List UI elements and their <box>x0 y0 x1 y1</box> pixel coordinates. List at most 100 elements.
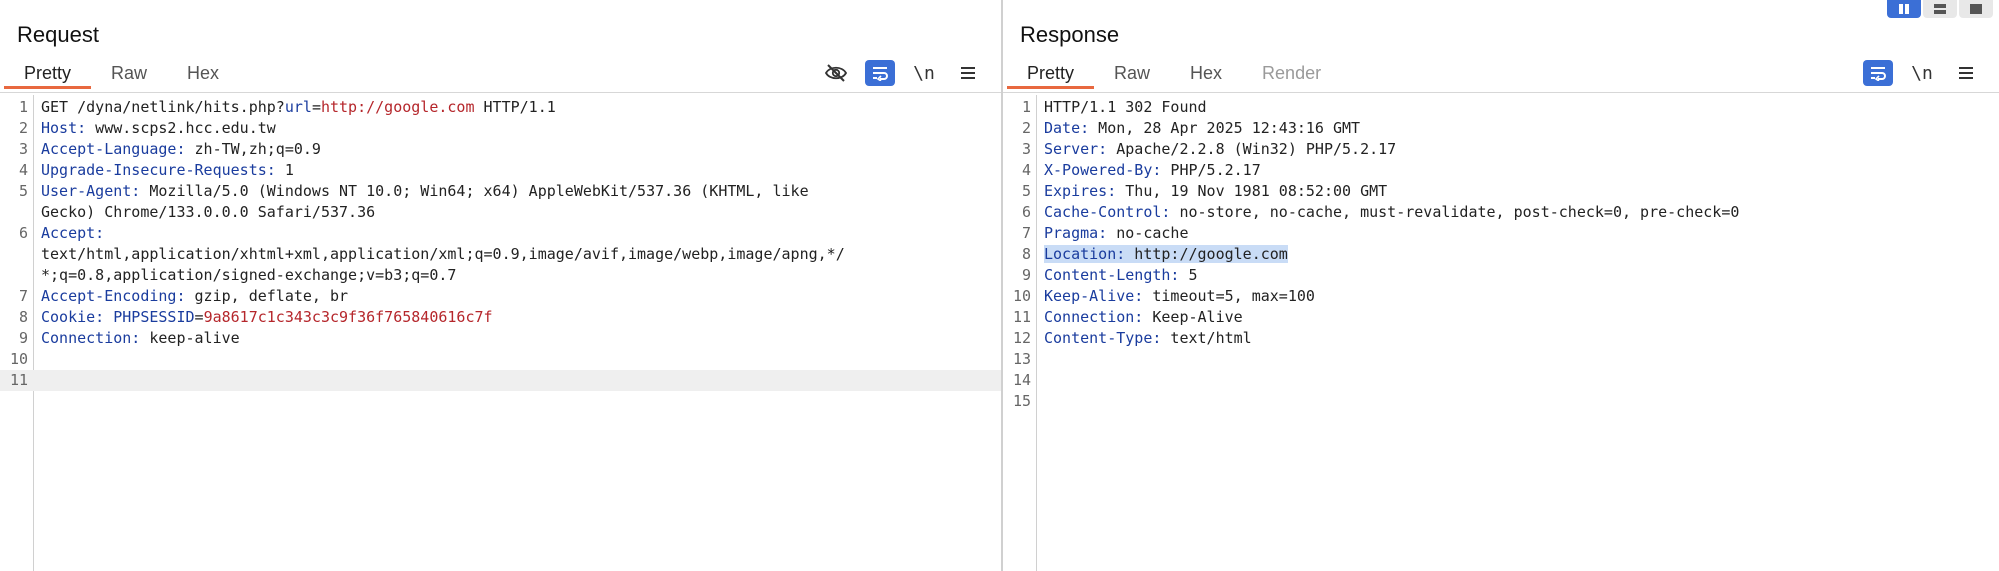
header-name: Keep-Alive: <box>1044 287 1144 305</box>
response-tabs: Pretty Raw Hex Render <box>1007 60 1341 92</box>
response-code-line[interactable]: 15 <box>1003 391 1999 412</box>
line-text: Content-Length: 5 <box>1031 265 1198 286</box>
wrap-icon[interactable] <box>865 60 895 86</box>
header-name: Date: <box>1044 119 1090 137</box>
request-code-line[interactable]: 9 Connection: keep-alive <box>0 328 1001 349</box>
header-value: zh-TW,zh;q=0.9 <box>185 140 321 158</box>
request-tab-raw[interactable]: Raw <box>91 60 167 89</box>
line-content: X-Powered-By: PHP/5.2.17 <box>1044 161 1261 179</box>
line-number: 3 <box>1021 140 1031 158</box>
response-code-line[interactable]: 14 <box>1003 370 1999 391</box>
request-code-line[interactable]: 6 Accept: <box>0 223 1001 244</box>
response-code-line[interactable]: 9 Content-Length: 5 <box>1003 265 1999 286</box>
response-code-line[interactable]: 5 Expires: Thu, 19 Nov 1981 08:52:00 GMT <box>1003 181 1999 202</box>
header-value: *;q=0.8,application/signed-exchange;v=b3… <box>41 266 457 284</box>
header-value: no-cache <box>1107 224 1189 242</box>
header-name: Connection: <box>1044 308 1144 326</box>
line-text: Connection: keep-alive <box>28 328 240 349</box>
header-value <box>104 308 113 326</box>
response-tab-hex[interactable]: Hex <box>1170 60 1242 89</box>
newline-icon[interactable]: \n <box>909 60 939 86</box>
line-text: Server: Apache/2.2.8 (Win32) PHP/5.2.17 <box>1031 139 1396 160</box>
request-code-line[interactable]: text/html,application/xhtml+xml,applicat… <box>0 244 1001 265</box>
header-name: Content-Length: <box>1044 266 1180 284</box>
line-text: text/html,application/xhtml+xml,applicat… <box>28 244 845 265</box>
response-code-line[interactable]: 11 Connection: Keep-Alive <box>1003 307 1999 328</box>
header-name: Cookie: <box>41 308 105 326</box>
request-toolbar: \n <box>821 60 983 86</box>
request-code-line[interactable]: 7 Accept-Encoding: gzip, deflate, br <box>0 286 1001 307</box>
request-code-line[interactable]: Gecko) Chrome/133.0.0.0 Safari/537.36 <box>0 202 1001 223</box>
line-text: Content-Type: text/html <box>1031 328 1252 349</box>
request-code-line[interactable]: *;q=0.8,application/signed-exchange;v=b3… <box>0 265 1001 286</box>
request-code-line[interactable]: 4 Upgrade-Insecure-Requests: 1 <box>0 160 1001 181</box>
line-content: Cache-Control: no-store, no-cache, must-… <box>1044 203 1739 221</box>
response-toolbar: \n <box>1863 60 1981 86</box>
header-name: Pragma: <box>1044 224 1108 242</box>
header-value: Mon, 28 Apr 2025 12:43:16 GMT <box>1089 119 1361 137</box>
line-text: Date: Mon, 28 Apr 2025 12:43:16 GMT <box>1031 118 1360 139</box>
wrap-icon[interactable] <box>1863 60 1893 86</box>
response-code-line[interactable]: 4 X-Powered-By: PHP/5.2.17 <box>1003 160 1999 181</box>
response-code-line[interactable]: 7 Pragma: no-cache <box>1003 223 1999 244</box>
eye-slash-icon[interactable] <box>821 60 851 86</box>
request-code-line[interactable]: 11 <box>0 370 1001 391</box>
line-content: Pragma: no-cache <box>1044 224 1189 242</box>
line-number: 11 <box>1012 308 1031 326</box>
stacked-icon[interactable] <box>1923 0 1957 18</box>
request-tab-hex[interactable]: Hex <box>167 60 239 89</box>
line-text <box>28 349 41 370</box>
response-code-line[interactable]: 1 HTTP/1.1 302 Found <box>1003 97 1999 118</box>
response-tab-pretty[interactable]: Pretty <box>1007 60 1095 89</box>
request-code-line[interactable]: 8 Cookie: PHPSESSID=9a8617c1c343c3c9f36f7… <box>0 307 1001 328</box>
line-content: Cookie: PHPSESSID=9a8617c1c343c3c9f36f76… <box>41 308 493 326</box>
request-code-line[interactable]: 5 User-Agent: Mozilla/5.0 (Windows NT 10.… <box>0 181 1001 202</box>
response-code-line[interactable]: 13 <box>1003 349 1999 370</box>
response-tab-render[interactable]: Render <box>1242 60 1341 89</box>
line-number: 4 <box>1021 161 1031 179</box>
header-value: www.scps2.hcc.edu.tw <box>86 119 276 137</box>
response-code-line[interactable]: 6 Cache-Control: no-store, no-cache, must… <box>1003 202 1999 223</box>
line-content: Host: www.scps2.hcc.edu.tw <box>41 119 276 137</box>
highlighted-value: 9a8617c1c343c3c9f36f765840616c7f <box>203 308 493 326</box>
side-by-side-icon[interactable] <box>1887 0 1921 18</box>
line-number: 9 <box>1021 266 1031 284</box>
request-code-line[interactable]: 10 <box>0 349 1001 370</box>
request-code[interactable]: 1 GET /dyna/netlink/hits.php?url=http://g… <box>0 97 1001 391</box>
request-code-line[interactable]: 3 Accept-Language: zh-TW,zh;q=0.9 <box>0 139 1001 160</box>
line-number: 12 <box>1012 329 1031 347</box>
menu-icon[interactable] <box>953 60 983 86</box>
menu-icon[interactable] <box>1951 60 1981 86</box>
header-value: 5 <box>1179 266 1198 284</box>
newline-icon[interactable]: \n <box>1907 60 1937 86</box>
header-value: 1 <box>275 161 294 179</box>
single-pane-icon[interactable] <box>1959 0 1993 18</box>
line-number: 6 <box>1021 203 1031 221</box>
line-number: 7 <box>18 287 28 305</box>
request-editor[interactable]: 1 GET /dyna/netlink/hits.php?url=http://g… <box>0 95 1001 571</box>
line-text: Accept-Encoding: gzip, deflate, br <box>28 286 348 307</box>
response-code-line[interactable]: 3 Server: Apache/2.2.8 (Win32) PHP/5.2.17 <box>1003 139 1999 160</box>
response-tab-raw[interactable]: Raw <box>1094 60 1170 89</box>
highlighted-value: http://google.com <box>320 98 475 116</box>
line-number: 13 <box>1012 350 1031 368</box>
request-tab-pretty[interactable]: Pretty <box>4 60 92 89</box>
line-content: Accept-Language: zh-TW,zh;q=0.9 <box>41 140 321 158</box>
header-name: Upgrade-Insecure-Requests: <box>41 161 276 179</box>
request-tab-divider <box>0 92 1001 93</box>
header-value: = <box>311 98 321 116</box>
request-code-line[interactable]: 2 Host: www.scps2.hcc.edu.tw <box>0 118 1001 139</box>
response-code-line[interactable]: 8 Location: http://google.com <box>1003 244 1999 265</box>
response-code-line[interactable]: 2 Date: Mon, 28 Apr 2025 12:43:16 GMT <box>1003 118 1999 139</box>
response-code-line[interactable]: 12 Content-Type: text/html <box>1003 328 1999 349</box>
line-content: *;q=0.8,application/signed-exchange;v=b3… <box>41 266 456 284</box>
line-number: 1 <box>1021 98 1031 116</box>
line-number: 4 <box>18 161 28 179</box>
response-editor[interactable]: 1 HTTP/1.1 302 Found 2 Date: Mon, 28 Apr 20… <box>1003 95 1999 571</box>
request-code-line[interactable]: 1 GET /dyna/netlink/hits.php?url=http://g… <box>0 97 1001 118</box>
line-text: Expires: Thu, 19 Nov 1981 08:52:00 GMT <box>1031 181 1387 202</box>
response-code-line[interactable]: 10 Keep-Alive: timeout=5, max=100 <box>1003 286 1999 307</box>
line-content: Upgrade-Insecure-Requests: 1 <box>41 161 294 179</box>
response-code[interactable]: 1 HTTP/1.1 302 Found 2 Date: Mon, 28 Apr 20… <box>1003 97 1999 412</box>
line-number: 2 <box>18 119 28 137</box>
